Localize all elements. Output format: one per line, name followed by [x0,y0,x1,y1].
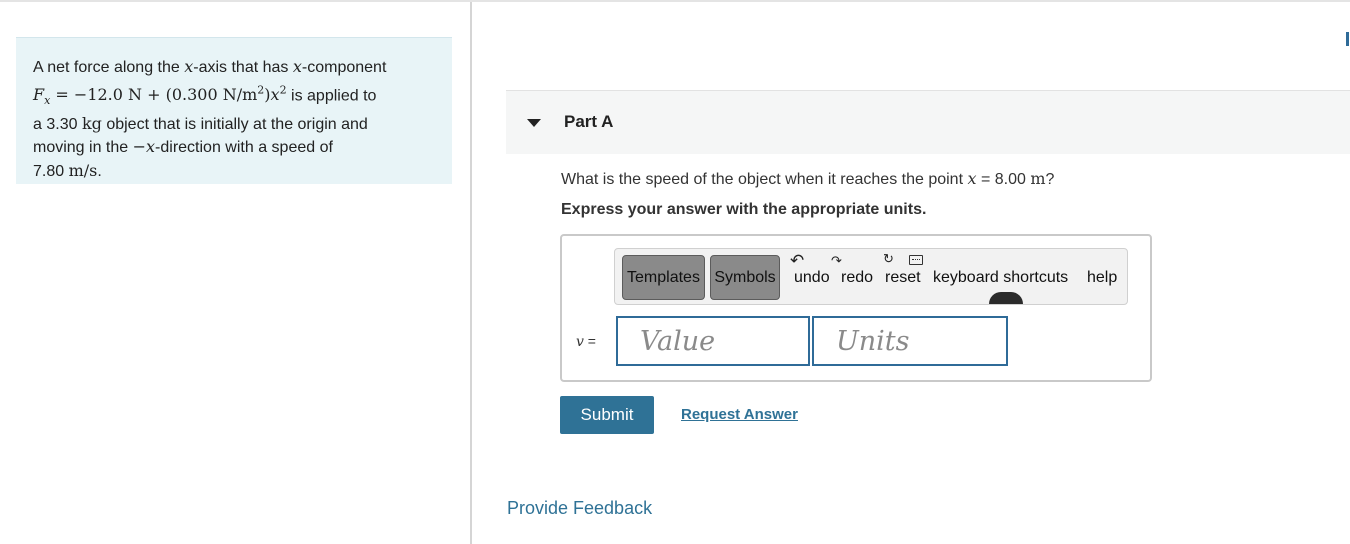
request-answer-link[interactable]: Request Answer [681,406,798,423]
problem-text-segment: -direction with a speed of [155,139,333,157]
math-x: x [292,57,302,76]
math-x: x [967,169,977,188]
problem-text-segment: . [97,162,102,180]
part-title: Part A [564,112,614,131]
math-expression: = −12.0 N + (0.300 N/m [50,84,258,104]
math-unit: kg [81,113,102,133]
force-expression: Fx = −12.0 N + (0.300 N/m2)x2 [33,83,287,108]
reset-icon[interactable]: ↻ [883,251,894,267]
keyboard-icon[interactable] [909,255,923,265]
math-x: x [146,137,156,157]
submit-button[interactable]: Submit [560,396,654,434]
help-button[interactable]: help [1087,269,1117,287]
problem-text-segment: A net force along the [33,59,185,76]
caret-down-icon[interactable] [527,119,541,127]
part-a-header[interactable]: Part A [506,90,1350,154]
math-minus: − [132,137,147,157]
redo-icon[interactable]: ↷ [831,253,842,269]
shortcut-indicator [989,292,1023,304]
edge-marker [1346,32,1349,46]
problem-text-segment: -axis that has [193,59,293,76]
problem-text-segment: 7.80 [33,162,69,180]
answer-variable-label: v = [576,333,596,350]
math-unit: m/s [68,160,98,180]
question-segment: = 8.00 [976,171,1031,188]
equals-sign: = [583,333,596,349]
problem-text: A net force along the x-axis that has x-… [33,56,436,183]
undo-icon[interactable]: ↶ [790,251,804,271]
math-F: F [33,84,45,104]
problem-text-segment: a 3.30 [33,115,82,133]
redo-button[interactable]: redo [841,269,873,287]
math-x: x [270,84,280,104]
math-x: x [184,57,194,76]
units-input[interactable]: Units [812,316,1008,366]
problem-text-segment: is applied to [286,86,377,104]
value-input[interactable]: Value [616,316,810,366]
top-rule [0,0,1350,2]
reset-button[interactable]: reset [885,269,921,287]
math-toolbar: Templates Symbols ↶ ↷ ↻ undo redo reset … [614,248,1128,305]
question-segment: ? [1045,171,1055,188]
column-divider [470,2,472,544]
templates-button[interactable]: Templates [622,255,705,300]
symbols-button[interactable]: Symbols [710,255,780,300]
answer-instructions: Express your answer with the appropriate… [561,201,927,218]
math-exponent: 2 [279,83,287,97]
problem-text-segment: -component [301,59,387,76]
problem-text-segment: moving in the [33,139,133,157]
problem-statement: A net force along the x-axis that has x-… [16,37,452,184]
question-text: What is the speed of the object when it … [561,169,1054,189]
problem-text-segment: object that is initially at the origin a… [101,115,368,133]
math-unit: m [1030,169,1046,188]
undo-button[interactable]: undo [794,269,830,287]
keyboard-shortcuts-button[interactable]: keyboard shortcuts [933,269,1068,287]
question-segment: What is the speed of the object when it … [561,171,968,188]
math-v: v [576,334,584,350]
provide-feedback-link[interactable]: Provide Feedback [507,498,652,519]
